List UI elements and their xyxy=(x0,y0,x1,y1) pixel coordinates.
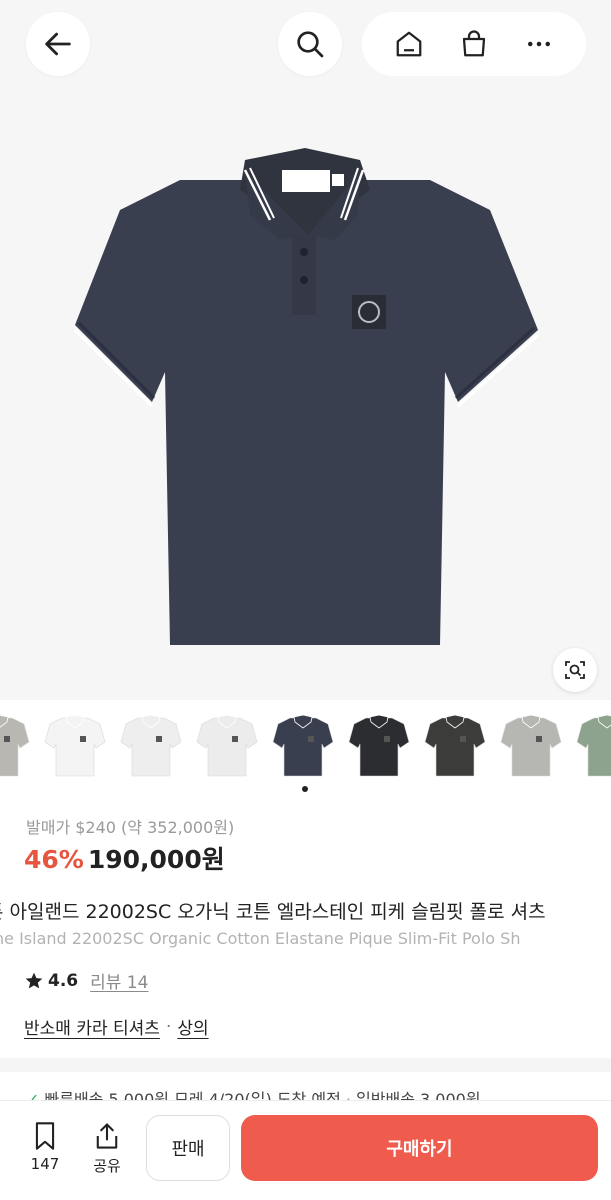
color-thumbnail[interactable] xyxy=(424,712,486,778)
sale-price: 190,000원 xyxy=(87,845,225,874)
color-thumbnail[interactable] xyxy=(348,712,410,778)
cart-button[interactable] xyxy=(450,20,498,68)
product-image-area xyxy=(0,0,611,700)
review-link[interactable]: 리뷰 14 xyxy=(90,968,148,993)
buy-button[interactable]: 구매하기 xyxy=(241,1115,598,1181)
thumbnail-polo-image xyxy=(576,714,611,777)
rating-row: 4.6 리뷰 14 xyxy=(24,968,148,993)
carousel-indicator xyxy=(302,786,308,792)
bookmark-button[interactable]: 147 xyxy=(20,1121,70,1173)
category-breadcrumb: 반소매 카라 티셔츠 · 상의 xyxy=(24,1014,209,1040)
home-icon xyxy=(396,31,422,57)
share-icon xyxy=(96,1123,118,1149)
category-link-sub[interactable]: 상의 xyxy=(177,1014,208,1039)
category-separator: · xyxy=(165,1016,172,1037)
color-thumbnail-strip xyxy=(0,712,611,782)
star-icon xyxy=(25,972,43,988)
share-button[interactable]: 공유 xyxy=(82,1121,132,1176)
thumbnail-polo-image xyxy=(120,714,182,777)
thumbnail-polo-image xyxy=(44,714,106,777)
color-thumbnail[interactable] xyxy=(576,712,611,778)
thumbnail-polo-image xyxy=(0,714,30,777)
bottom-action-bar: 147 공유 판매 구매하기 xyxy=(0,1100,611,1200)
product-image[interactable] xyxy=(60,140,550,650)
more-button[interactable] xyxy=(515,20,563,68)
arrow-left-icon xyxy=(45,32,71,56)
color-thumbnail[interactable] xyxy=(196,712,258,778)
bookmark-count: 147 xyxy=(30,1155,60,1173)
image-search-button[interactable] xyxy=(553,648,597,692)
color-thumbnail[interactable] xyxy=(44,712,106,778)
bookmark-icon xyxy=(35,1122,55,1150)
polo-shirt-image xyxy=(73,148,539,645)
thumbnail-polo-image xyxy=(272,714,334,777)
thumbnail-polo-image xyxy=(196,714,258,777)
product-title-korean: 톤 아일랜드 22002SC 오가닉 코튼 엘라스테인 피케 슬림핏 폴로 셔츠 xyxy=(0,901,546,923)
sell-button[interactable]: 판매 xyxy=(146,1115,230,1181)
thumbnail-polo-image xyxy=(500,714,562,777)
share-label: 공유 xyxy=(93,1157,121,1175)
discount-rate: 46% xyxy=(24,845,84,874)
image-search-icon xyxy=(565,661,585,679)
search-button[interactable] xyxy=(278,12,342,76)
top-action-group xyxy=(362,12,586,76)
back-button[interactable] xyxy=(26,12,90,76)
home-button[interactable] xyxy=(385,20,433,68)
price-row: 46% 190,000원 xyxy=(24,840,225,876)
thumbnail-polo-image xyxy=(424,714,486,777)
color-thumbnail[interactable] xyxy=(120,712,182,778)
search-icon xyxy=(297,31,324,58)
color-thumbnail[interactable] xyxy=(500,712,562,778)
color-thumbnail[interactable] xyxy=(272,712,334,778)
more-horizontal-icon xyxy=(528,41,551,47)
color-thumbnail[interactable] xyxy=(0,712,30,778)
product-title-english: ne Island 22002SC Organic Cotton Elastan… xyxy=(0,929,521,948)
shopping-bag-icon xyxy=(462,30,486,57)
rating-value: 4.6 xyxy=(48,970,79,991)
category-link-main[interactable]: 반소매 카라 티셔츠 xyxy=(24,1014,160,1039)
thumbnail-polo-image xyxy=(348,714,410,777)
release-price: 발매가 $240 (약 352,000원) xyxy=(26,818,235,837)
section-divider xyxy=(0,1058,611,1072)
